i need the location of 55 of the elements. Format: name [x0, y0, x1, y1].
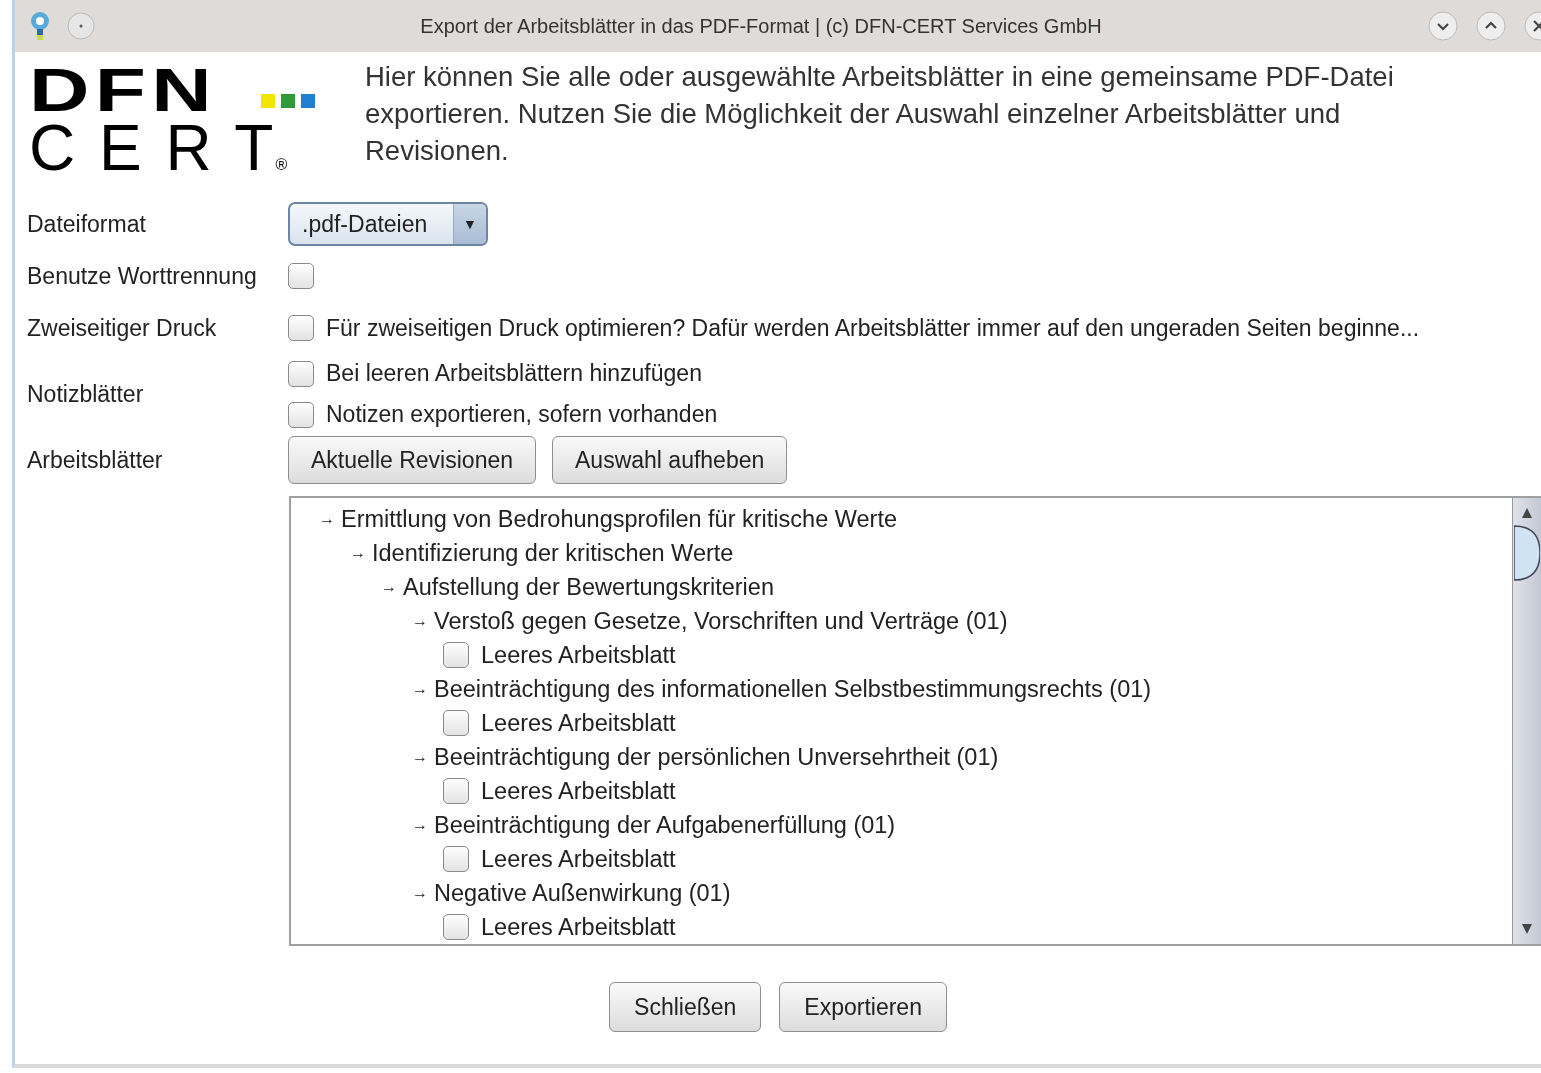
checkbox-label: Leeres Arbeitsblatt [481, 913, 676, 941]
checkbox[interactable] [288, 263, 314, 289]
scrollbar[interactable] [1512, 498, 1541, 944]
dialog-button[interactable]: Schließen [609, 982, 762, 1032]
description-text: Hier können Sie alle oder ausgewählte Arbeitsblätter in eine gemeinsame PDF-Datei exportieren. Nutzen Sie die Möglichkeit der Auswahl einzelner Arbeitsblätter und Revisionen. [365, 60, 1395, 168]
scroll-down-icon[interactable] [1520, 922, 1534, 936]
arrow-marker: → [412, 884, 428, 902]
checkbox[interactable] [443, 778, 469, 804]
scroll-thumb[interactable] [1514, 524, 1540, 582]
field-label: Arbeitsblätter [27, 445, 164, 475]
arrow-marker: → [412, 816, 428, 834]
squares-icon [260, 94, 315, 108]
checkbox-label: Leeres Arbeitsblatt [481, 709, 676, 737]
checkbox-label: Leeres Arbeitsblatt [481, 845, 676, 873]
arrow-marker: → [412, 612, 428, 630]
registered-mark: ® [275, 156, 288, 174]
format-dropdown[interactable]: .pdf-Dateien ▼ [288, 202, 488, 246]
checkbox[interactable] [443, 710, 469, 736]
tree-item[interactable]: Identifizierung der kritischen Werte [372, 539, 734, 567]
field-label: Benutze Worttrennung [27, 261, 258, 291]
checkbox-label: Leeres Arbeitsblatt [481, 641, 676, 669]
checkbox[interactable] [443, 914, 469, 940]
tree-item[interactable]: Aufstellung der Bewertungskriterien [403, 573, 774, 601]
tree-item[interactable]: Negative Außenwirkung (01) [434, 879, 731, 907]
arrow-marker: → [319, 510, 335, 528]
logo-text: DFN [29, 62, 219, 118]
tree-item[interactable]: Beeinträchtigung der persönlichen Unversehrtheit (01) [434, 743, 999, 771]
scroll-up-icon[interactable] [1520, 506, 1534, 520]
arrow-marker: → [412, 748, 428, 766]
maximize-button[interactable] [1475, 10, 1507, 42]
arrow-marker: → [381, 578, 397, 596]
checkbox-label: Bei leeren Arbeitsblättern hinzufügen [326, 360, 702, 387]
arrow-marker: → [412, 680, 428, 698]
dialog-button[interactable]: Exportieren [779, 982, 947, 1032]
logo-text: C E R T [29, 118, 274, 178]
tree-item[interactable]: Verstoß gegen Gesetze, Vorschriften und Verträge (01) [434, 607, 1008, 635]
field-label: Zweiseitiger Druck [27, 313, 218, 343]
field-label: Dateiformat [27, 209, 147, 239]
checkbox[interactable] [288, 401, 314, 428]
checkbox-label: Für zweiseitigen Druck optimieren? Dafür werden Arbeitsblätter immer auf den ungeraden Seiten beginne... [326, 314, 1420, 342]
tree-item[interactable]: Beeinträchtigung des informationellen Selbstbestimmungsrechts (01) [434, 675, 1152, 703]
tree-item[interactable]: Beeinträchtigung der Aufgabenerfüllung (01) [434, 811, 896, 839]
field-label: Notizblätter [27, 379, 145, 409]
window-title: Export der Arbeitsblätter in das PDF-Format | (c) DFN-CERT Services GmbH [419, 14, 1103, 38]
checkbox-label: Leeres Arbeitsblatt [481, 777, 676, 805]
arrow-marker: → [350, 544, 366, 562]
checkbox[interactable] [288, 315, 314, 341]
minimize-button[interactable] [1427, 10, 1459, 42]
action-button[interactable]: Auswahl aufheben [552, 436, 788, 484]
checkbox[interactable] [443, 846, 469, 872]
checkbox[interactable] [443, 642, 469, 668]
tree-item[interactable]: Ermittlung von Bedrohungsprofilen für kritische Werte [341, 505, 897, 533]
checkbox-label: Notizen exportieren, sofern vorhanden [326, 401, 718, 428]
action-button[interactable]: Aktuelle Revisionen [288, 436, 536, 484]
checkbox[interactable] [288, 360, 314, 387]
